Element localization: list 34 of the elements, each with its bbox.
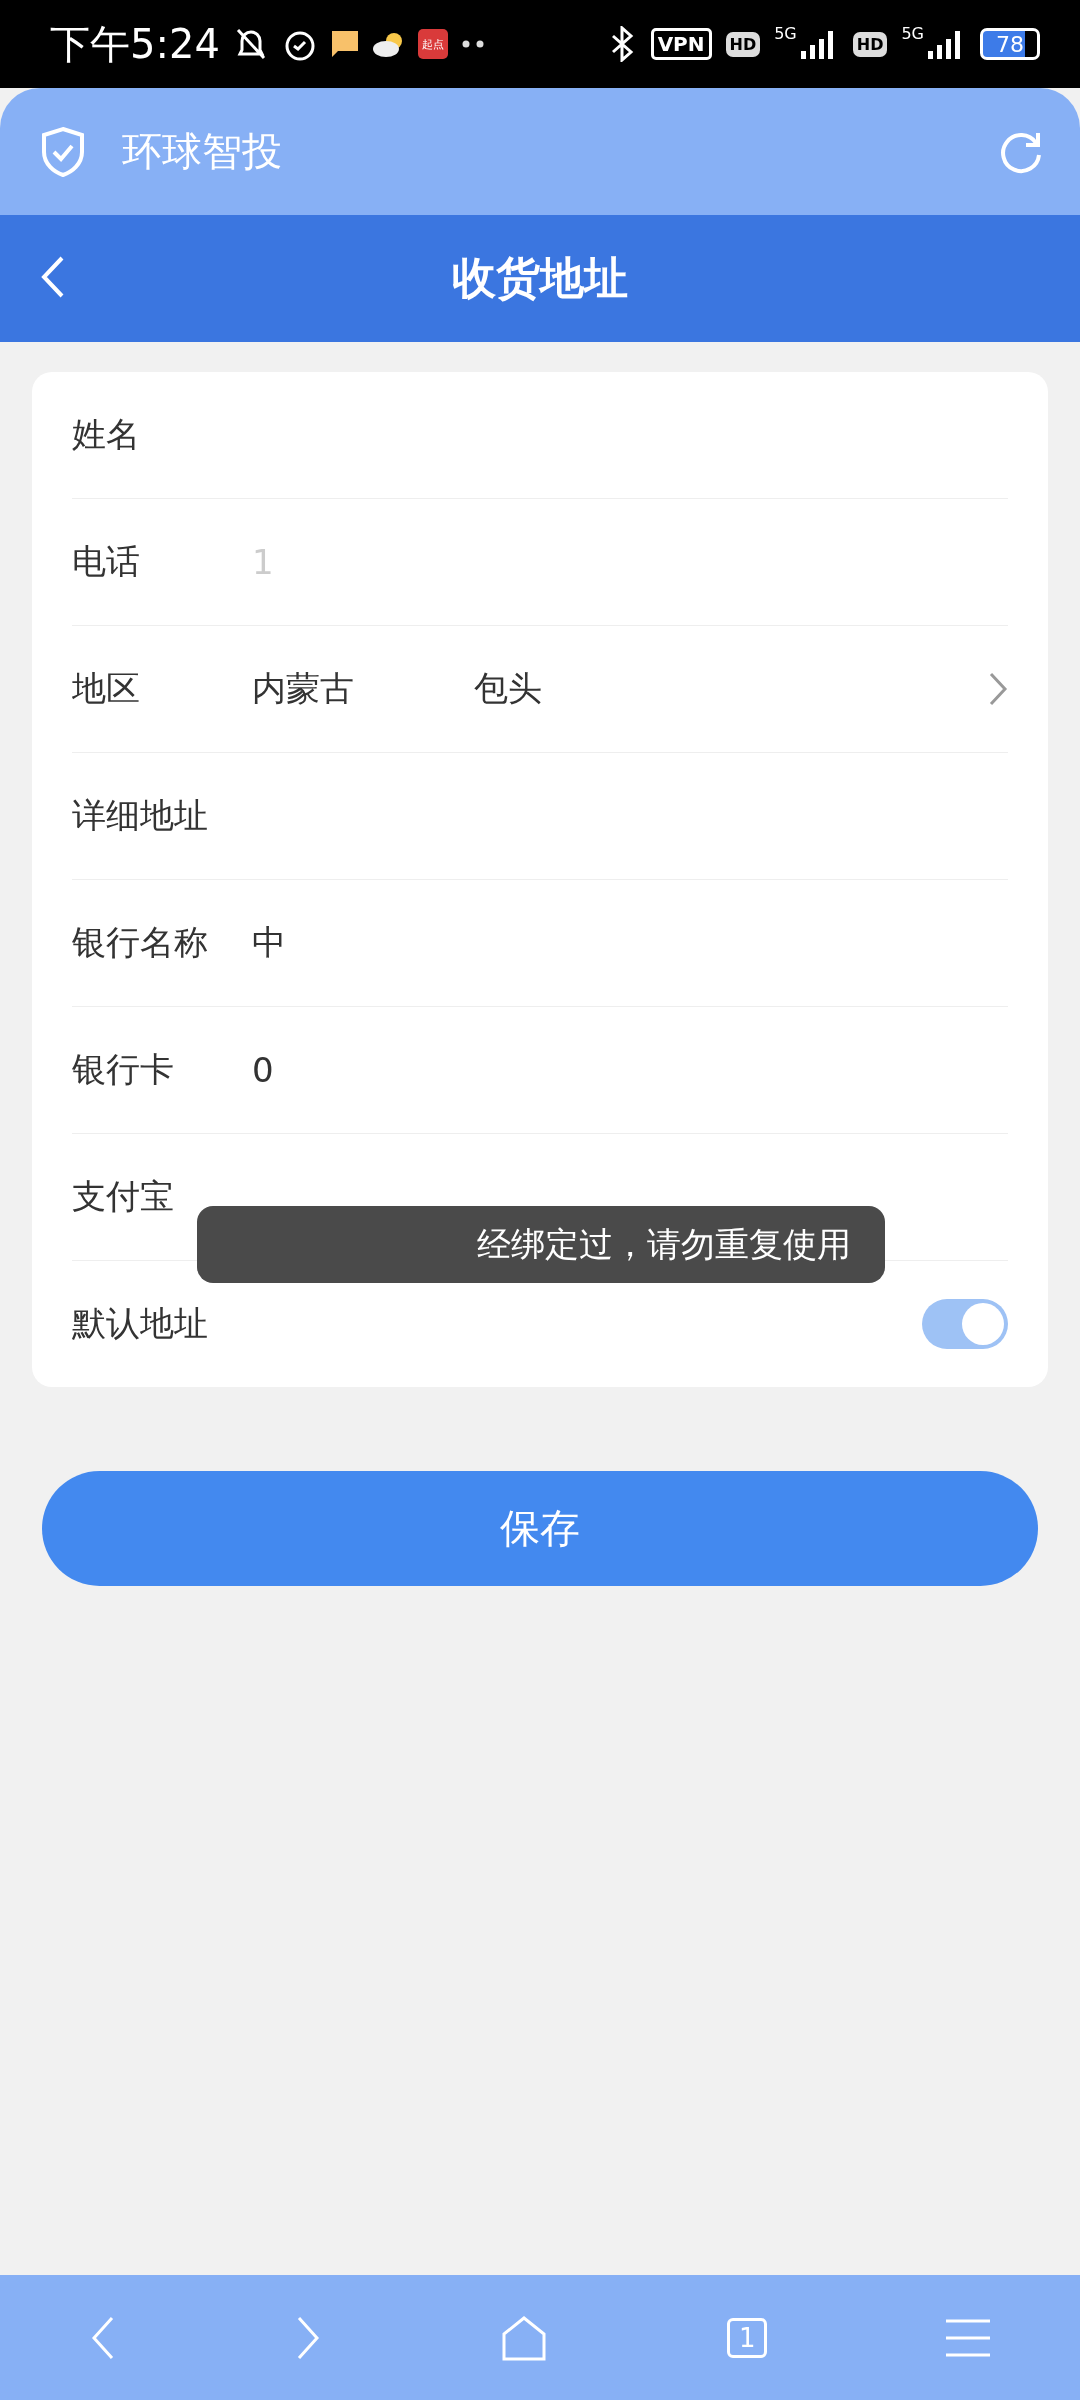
field-value: 包头 <box>474 667 542 710</box>
tabs-button[interactable]: 1 <box>727 2317 768 2358</box>
vpn-badge: VPN <box>650 28 712 60</box>
back-icon[interactable] <box>89 2314 116 2361</box>
message-icon <box>331 31 358 57</box>
hd-badge: HD <box>725 31 761 57</box>
app-badge: 起点 <box>417 29 448 59</box>
field-label: 默认地址 <box>72 1302 209 1345</box>
field-label: 姓名 <box>72 413 141 456</box>
field-value: 内蒙古 <box>252 667 354 710</box>
field-label: 支付宝 <box>72 1175 175 1218</box>
field-label: 电话 <box>72 540 141 583</box>
field-label: 银行卡 <box>72 1048 175 1091</box>
field-label: 地区 <box>72 667 141 710</box>
chevron-right-icon[interactable] <box>988 671 1008 707</box>
more-dots-icon <box>461 40 484 48</box>
shield-check-icon <box>40 125 86 178</box>
field-label: 详细地址 <box>72 794 209 837</box>
battery-indicator: 78 <box>980 28 1040 60</box>
app-title: 环球智投 <box>122 127 283 176</box>
page-title: 收货地址 <box>452 251 628 305</box>
field-label: 银行名称 <box>72 921 209 964</box>
field-value[interactable]: 中 <box>252 920 286 966</box>
network-label: 5G <box>901 24 924 43</box>
weather-icon <box>371 31 404 57</box>
status-time: 下午5:24 <box>50 19 220 69</box>
back-icon[interactable] <box>40 255 66 299</box>
menu-icon[interactable] <box>946 2317 991 2358</box>
hd-badge: HD <box>852 31 888 57</box>
field-value[interactable]: 0 <box>252 1050 274 1090</box>
toast-message: 经绑定过，请勿重复使用 <box>197 1206 885 1283</box>
toggle-switch[interactable] <box>922 1299 1008 1349</box>
save-button[interactable]: 保存 <box>42 1471 1038 1586</box>
network-label: 5G <box>774 24 797 43</box>
